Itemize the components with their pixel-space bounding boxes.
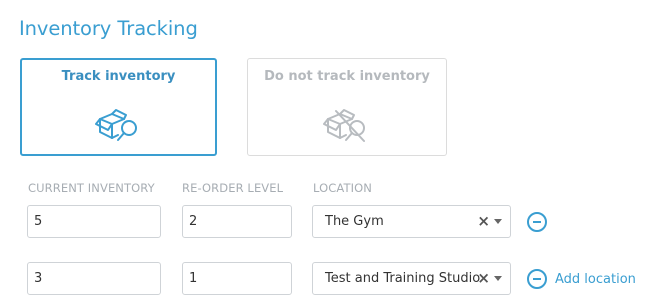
track-inventory-label: Track inventory <box>61 69 176 84</box>
location-select[interactable]: Test and Training Studio × <box>312 262 511 295</box>
clear-icon[interactable]: × <box>477 269 490 287</box>
location-select-value: The Gym <box>325 214 384 229</box>
chevron-down-icon[interactable] <box>494 276 502 281</box>
remove-location-button[interactable] <box>527 212 547 232</box>
chevron-down-icon[interactable] <box>494 219 502 224</box>
minus-icon <box>533 278 541 280</box>
clear-icon[interactable]: × <box>477 212 490 230</box>
do-not-track-inventory-label: Do not track inventory <box>264 69 430 84</box>
reorder-level-input[interactable] <box>182 205 292 238</box>
box-search-icon <box>94 109 137 141</box>
location-select[interactable]: The Gym × <box>312 205 511 238</box>
remove-location-button[interactable] <box>527 269 547 289</box>
current-inventory-input[interactable] <box>27 205 161 238</box>
do-not-track-inventory-option[interactable]: Do not track inventory <box>247 58 447 156</box>
reorder-level-header: RE-ORDER LEVEL <box>182 181 284 195</box>
track-inventory-option[interactable]: Track inventory <box>20 58 217 156</box>
current-inventory-input[interactable] <box>27 262 161 295</box>
reorder-level-input[interactable] <box>182 262 292 295</box>
location-header: LOCATION <box>313 181 372 195</box>
box-search-off-icon <box>323 109 365 142</box>
section-title: Inventory Tracking <box>19 17 198 40</box>
minus-icon <box>533 221 541 223</box>
location-select-value: Test and Training Studio <box>325 271 481 286</box>
current-inventory-header: CURRENT INVENTORY <box>28 181 155 195</box>
add-location-link[interactable]: Add location <box>555 272 636 287</box>
